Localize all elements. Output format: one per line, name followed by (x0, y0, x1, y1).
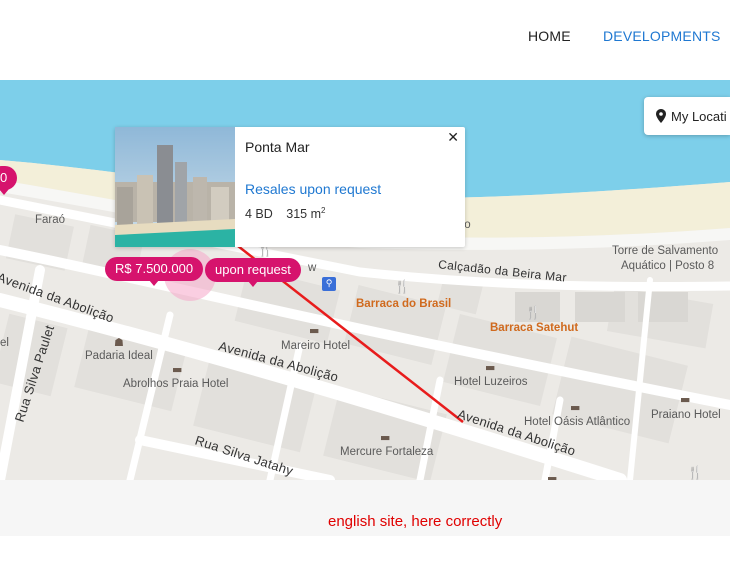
annotation-note: english site, here correctly (328, 513, 503, 530)
property-popup: Ponta Mar ✕ Resales upon request 4 BD 31… (115, 127, 465, 247)
hotel-icon: ▬ (547, 472, 558, 480)
map-label-farao: Faraó (35, 214, 66, 226)
map-label-torre-line1: Torre de Salvamento (612, 245, 719, 257)
price-marker-upon-request[interactable]: upon request (205, 258, 301, 287)
hotel-icon: ▬ (680, 393, 691, 406)
property-title: Ponta Mar (245, 139, 310, 155)
property-specs: 4 BD 315 m2 (245, 206, 335, 221)
area-unit-superscript: 2 (321, 206, 326, 215)
map-label-torre-line2: Aquático | Posto 8 (621, 260, 715, 272)
map-label-mareiro: Mareiro Hotel (281, 340, 351, 352)
map-label-barraca-satehut: Barraca Satehut (490, 322, 579, 334)
map-label-fragment-w: w (308, 262, 317, 274)
price-marker[interactable]: R$ 7.500.000 (105, 257, 204, 286)
map-label-fragment-el: el (0, 337, 9, 349)
hotel-icon: ▬ (309, 324, 320, 337)
hotel-icon: ▬ (570, 401, 581, 414)
hotel-icon: ▬ (485, 361, 496, 374)
hotel-icon: ▬ (172, 363, 183, 376)
restaurant-icon: 🍴 (687, 466, 704, 480)
map-label-mercure: Mercure Fortaleza (340, 446, 434, 458)
nav-developments-link[interactable]: DEVELOPMENTS (603, 28, 721, 44)
site-header: HOME DEVELOPMENTS (0, 0, 730, 80)
area-value: 315 m2 (286, 206, 326, 222)
hotel-icon: ▬ (380, 431, 391, 444)
my-location-button[interactable]: My Locati (644, 97, 730, 135)
bedrooms-value: 4 BD (245, 207, 273, 222)
map-label-praiano: Praiano Hotel (651, 409, 721, 421)
map-label-oasis: Hotel Oásis Atlântico (524, 416, 631, 428)
nav-home-link[interactable]: HOME (528, 28, 571, 44)
map-label-luzeiros: Hotel Luzeiros (454, 376, 528, 388)
close-icon[interactable]: ✕ (447, 130, 459, 146)
restaurant-icon: 🍴 (525, 306, 542, 321)
bakery-icon: ☗ (114, 336, 124, 349)
bike-station-icon: ⚲ (322, 277, 336, 291)
resales-upon-request-link[interactable]: Resales upon request (245, 181, 381, 197)
my-location-label: My Locati (671, 108, 727, 124)
map-label-abrolhos: Abrolhos Praia Hotel (123, 378, 229, 390)
map-label-barraca-brasil: Barraca do Brasil (356, 298, 452, 310)
location-pin-icon (656, 109, 666, 123)
map-label-padaria: Padaria Ideal (85, 350, 153, 362)
restaurant-icon: 🍴 (394, 280, 411, 295)
property-photo[interactable] (115, 127, 235, 247)
